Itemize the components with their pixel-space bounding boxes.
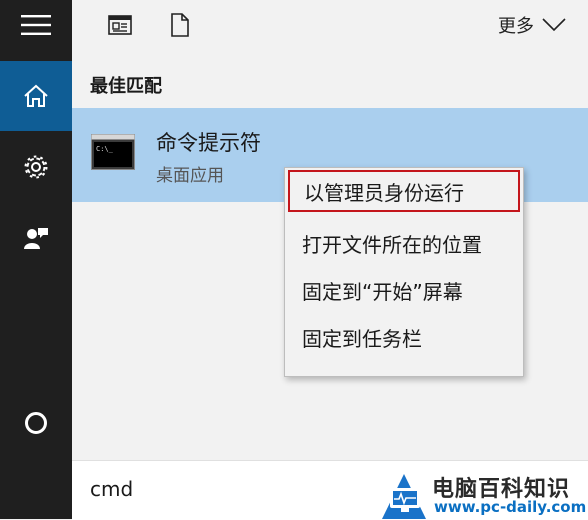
watermark-url: www.pc-daily.com (434, 498, 587, 516)
run-as-admin-item[interactable]: 以管理员身份运行 (288, 170, 520, 212)
context-menu: 以管理员身份运行 打开文件所在的位置 固定到“开始”屏幕 固定到任务栏 (284, 167, 524, 377)
settings-button[interactable] (0, 132, 72, 202)
menu-button[interactable] (0, 0, 72, 50)
watermark: 电脑百科知识 www.pc-daily.com (370, 470, 588, 519)
home-icon (24, 84, 48, 107)
home-button[interactable] (0, 61, 72, 131)
cortana-button[interactable] (0, 388, 72, 458)
filter-toolbar: 更多 (72, 0, 588, 50)
result-title: 命令提示符 (156, 131, 261, 155)
search-input[interactable]: cmd (90, 477, 133, 501)
monitor-logo-icon (382, 474, 426, 519)
open-file-location-item[interactable]: 打开文件所在的位置 (288, 222, 520, 264)
gear-icon (24, 155, 48, 179)
more-dropdown[interactable]: 更多 (498, 10, 566, 40)
person-feedback-icon (24, 228, 48, 249)
apps-filter-button[interactable] (106, 11, 134, 39)
feedback-button[interactable] (0, 203, 72, 273)
more-label: 更多 (498, 16, 534, 37)
navigation-rail (0, 0, 72, 519)
result-subtitle: 桌面应用 (156, 166, 224, 186)
chevron-down-icon (542, 18, 566, 32)
documents-filter-button[interactable] (166, 11, 194, 39)
pin-to-start-item[interactable]: 固定到“开始”屏幕 (288, 269, 520, 311)
cortana-circle-icon (25, 412, 47, 434)
document-icon (171, 13, 189, 37)
hamburger-menu-icon (21, 15, 51, 35)
pin-to-taskbar-item[interactable]: 固定到任务栏 (288, 316, 520, 358)
document-grid-icon (108, 15, 132, 35)
command-prompt-icon: C:\_ (91, 134, 135, 170)
svg-text:C:\_: C:\_ (96, 145, 114, 153)
best-match-heading: 最佳匹配 (90, 76, 162, 97)
